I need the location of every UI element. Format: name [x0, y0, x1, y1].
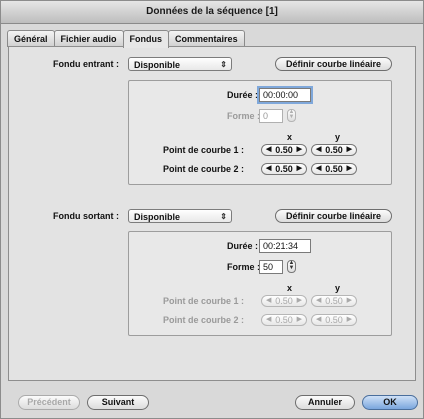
- tab-audio-file[interactable]: Fichier audio: [53, 30, 124, 47]
- ok-button[interactable]: OK: [362, 395, 418, 410]
- left-arrow-icon[interactable]: ◀: [266, 164, 271, 174]
- fade-out-shape-label: Forme :: [227, 262, 261, 272]
- fade-out-linear-curve-button[interactable]: Définir courbe linéaire: [275, 209, 392, 223]
- right-arrow-icon[interactable]: ▶: [297, 164, 302, 174]
- left-arrow-icon[interactable]: ◀: [266, 145, 271, 155]
- left-arrow-icon[interactable]: ◀: [316, 164, 321, 174]
- fade-in-shape-field[interactable]: 0: [259, 109, 283, 123]
- fade-out-point2-y[interactable]: ◀ 0.50 ▶: [311, 314, 357, 326]
- right-arrow-icon[interactable]: ▶: [347, 145, 352, 155]
- fade-in-shape-stepper[interactable]: ▲ ▼: [287, 109, 296, 122]
- tab-general[interactable]: Général: [7, 30, 55, 47]
- fade-in-y-header: y: [335, 132, 341, 142]
- fade-in-point1-x[interactable]: ◀ 0.50 ▶: [261, 144, 307, 156]
- fade-in-select-value: Disponible: [134, 60, 181, 70]
- fade-out-duration-label: Durée :: [227, 241, 259, 251]
- fade-out-select-value: Disponible: [134, 212, 181, 222]
- fade-out-point2-label: Point de courbe 2 :: [163, 315, 245, 325]
- fade-out-x-header: x: [287, 283, 293, 293]
- fade-out-label: Fondu sortant :: [53, 211, 119, 221]
- sequence-data-window: Données de la séquence [1] Général Fichi…: [0, 0, 424, 419]
- fade-in-label: Fondu entrant :: [53, 59, 119, 69]
- fade-in-duration-field[interactable]: 00:00:00: [259, 88, 311, 102]
- tab-bar: Général Fichier audio Fondus Commentaire…: [7, 30, 245, 48]
- fade-in-x-header: x: [287, 132, 293, 142]
- cancel-button[interactable]: Annuler: [295, 395, 355, 410]
- fade-out-point1-x[interactable]: ◀ 0.50 ▶: [261, 295, 307, 307]
- left-arrow-icon[interactable]: ◀: [316, 315, 321, 325]
- fade-in-duration-label: Durée :: [227, 90, 259, 100]
- left-arrow-icon[interactable]: ◀: [266, 296, 271, 306]
- fade-in-point2-x[interactable]: ◀ 0.50 ▶: [261, 163, 307, 175]
- left-arrow-icon[interactable]: ◀: [316, 296, 321, 306]
- chevron-updown-icon: ⇕: [220, 212, 227, 221]
- chevron-updown-icon: ⇕: [220, 60, 227, 69]
- fade-in-shape-label: Forme :: [227, 111, 261, 121]
- fade-out-y-header: y: [335, 283, 341, 293]
- fade-out-point2-x[interactable]: ◀ 0.50 ▶: [261, 314, 307, 326]
- fade-in-point1-label: Point de courbe 1 :: [163, 145, 245, 155]
- fade-out-shape-stepper[interactable]: ▲ ▼: [287, 260, 296, 273]
- fades-panel: Fondu entrant : Disponible ⇕ Définir cou…: [8, 46, 416, 381]
- fade-out-select[interactable]: Disponible ⇕: [128, 209, 232, 223]
- fade-in-point2-y[interactable]: ◀ 0.50 ▶: [311, 163, 357, 175]
- right-arrow-icon[interactable]: ▶: [347, 315, 352, 325]
- right-arrow-icon[interactable]: ▶: [297, 296, 302, 306]
- tab-fades[interactable]: Fondus: [122, 30, 170, 48]
- right-arrow-icon[interactable]: ▶: [297, 145, 302, 155]
- left-arrow-icon[interactable]: ◀: [266, 315, 271, 325]
- fade-in-group: Durée : 00:00:00 Forme : 0 ▲ ▼ x y Point …: [128, 80, 392, 185]
- fade-in-point2-label: Point de courbe 2 :: [163, 164, 245, 174]
- fade-in-linear-curve-button[interactable]: Définir courbe linéaire: [275, 57, 392, 71]
- fade-out-duration-field[interactable]: 00:21:34: [259, 239, 311, 253]
- fade-out-group: Durée : 00:21:34 Forme : 50 ▲ ▼ x y Point…: [128, 231, 392, 336]
- fade-out-point1-label: Point de courbe 1 :: [163, 296, 245, 306]
- previous-button[interactable]: Précédent: [18, 395, 80, 410]
- right-arrow-icon[interactable]: ▶: [297, 315, 302, 325]
- fade-out-point1-y[interactable]: ◀ 0.50 ▶: [311, 295, 357, 307]
- window-title: Données de la séquence [1]: [1, 1, 423, 24]
- tab-comments[interactable]: Commentaires: [168, 30, 245, 47]
- fade-out-shape-field[interactable]: 50: [259, 260, 283, 274]
- right-arrow-icon[interactable]: ▶: [347, 164, 352, 174]
- next-button[interactable]: Suivant: [87, 395, 149, 410]
- left-arrow-icon[interactable]: ◀: [316, 145, 321, 155]
- fade-in-point1-y[interactable]: ◀ 0.50 ▶: [311, 144, 357, 156]
- right-arrow-icon[interactable]: ▶: [347, 296, 352, 306]
- fade-in-select[interactable]: Disponible ⇕: [128, 57, 232, 71]
